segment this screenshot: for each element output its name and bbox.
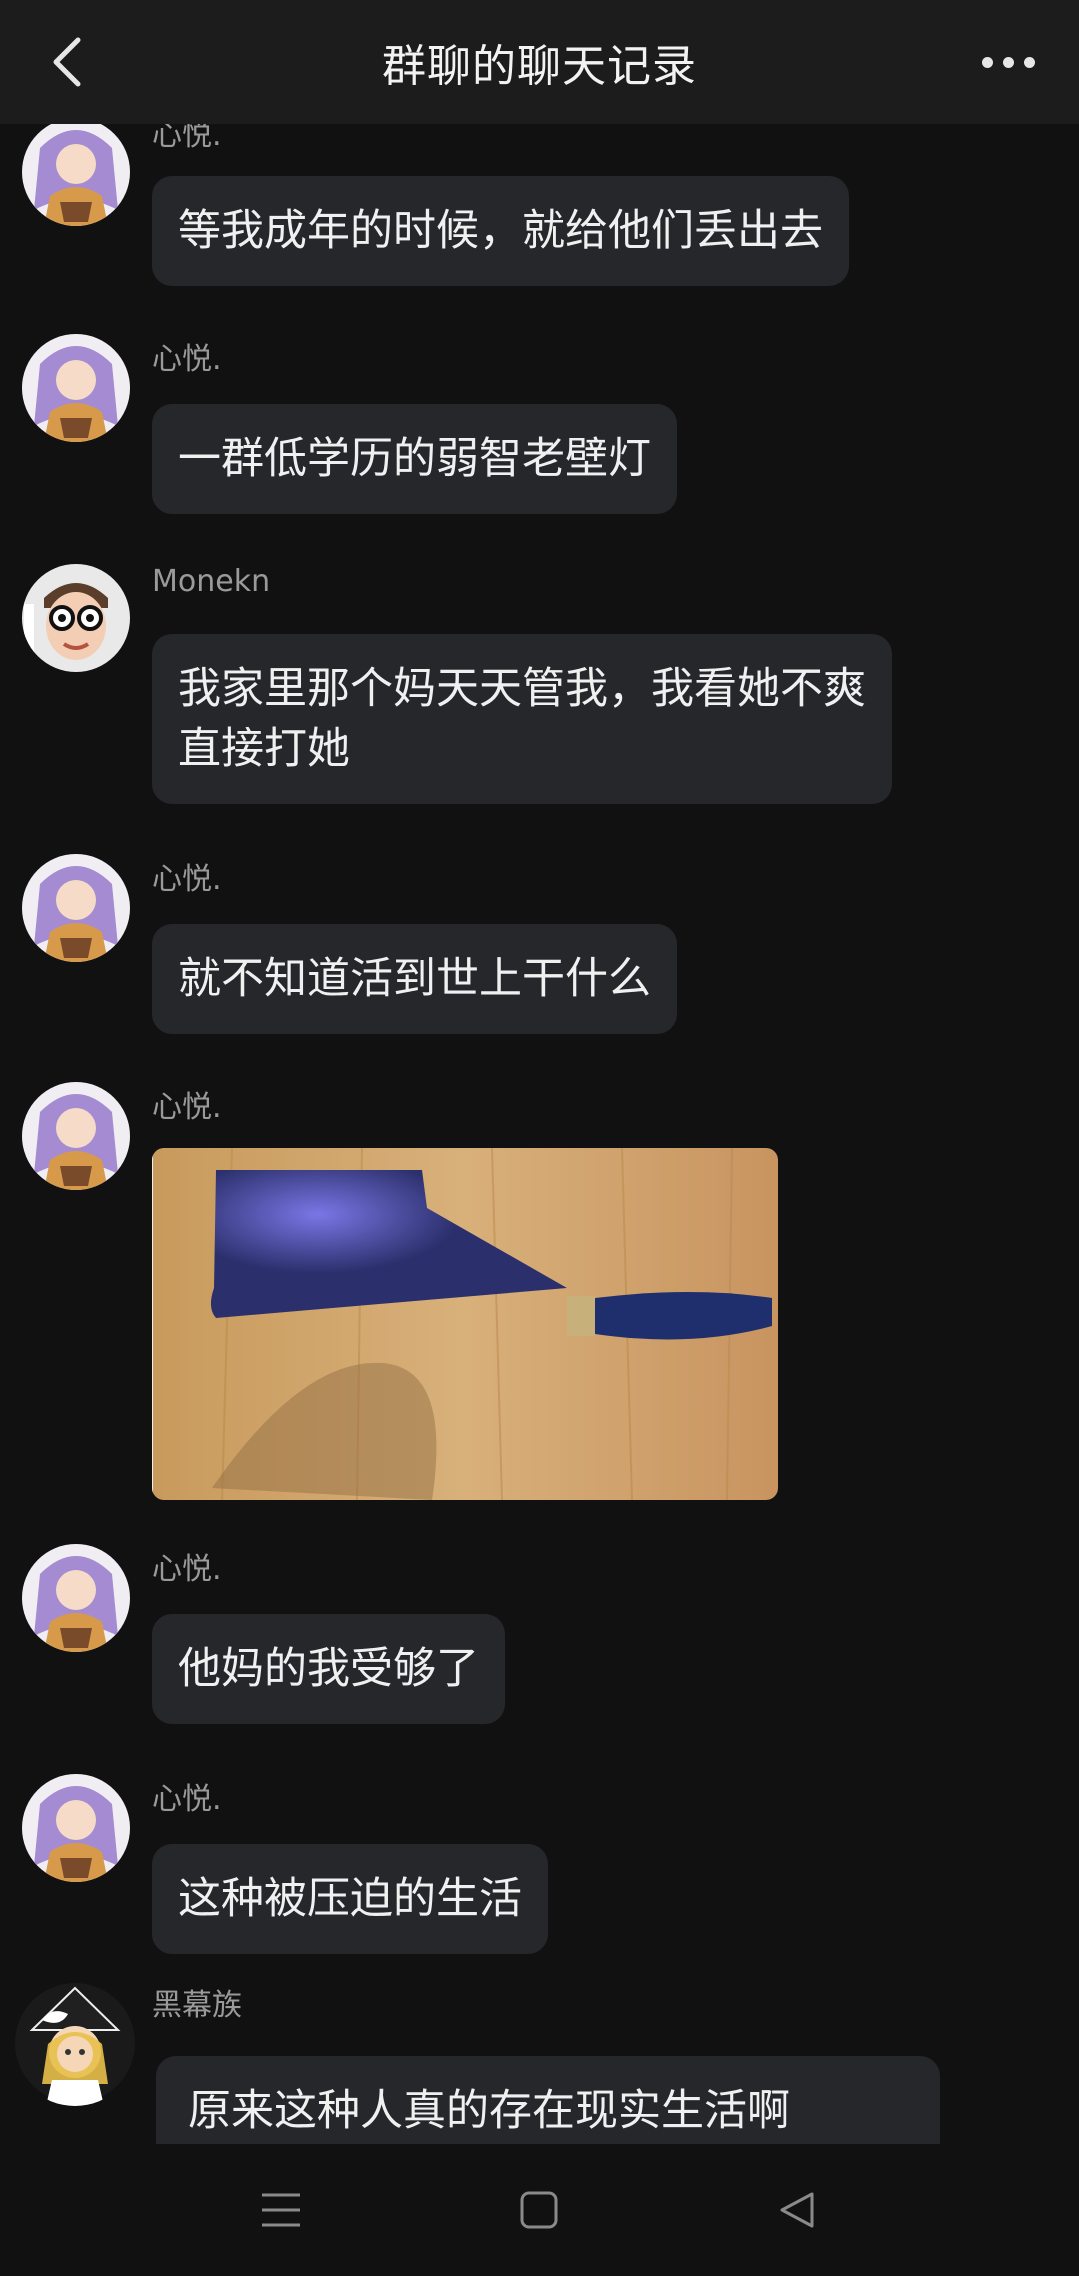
more-horizontal-icon <box>981 56 993 68</box>
square-home-icon <box>520 2191 558 2229</box>
sender-name: 心悦. <box>152 342 222 377</box>
menu-button[interactable] <box>236 2174 326 2246</box>
sender-name: 心悦. <box>152 124 222 153</box>
triangle-back-icon <box>780 2192 814 2228</box>
cleaver-photo[interactable] <box>152 1148 778 1500</box>
message-bubble[interactable]: 我家里那个妈天天管我，我看她不爽直接打她 <box>152 634 892 804</box>
home-button[interactable] <box>494 2174 584 2246</box>
anime-girl-avatar[interactable] <box>22 334 130 442</box>
sender-name: 黑幕族 <box>152 1988 242 2023</box>
witch-girl-avatar[interactable] <box>12 1980 138 2106</box>
more-dot <box>1023 56 1035 68</box>
glasses-boy-avatar[interactable] <box>22 564 130 672</box>
more-button[interactable] <box>963 26 1053 98</box>
sender-name: 心悦. <box>152 1090 222 1125</box>
message-bubble[interactable]: 就不知道活到世上干什么 <box>152 924 677 1034</box>
chat-history-list[interactable]: 心悦. 等我成年的时候，就给他们丢出去 心悦. 一群低学历的弱智老壁灯 Mone… <box>0 124 1079 2144</box>
sender-name: 心悦. <box>152 1782 222 1817</box>
anime-girl-avatar[interactable] <box>22 124 130 226</box>
anime-girl-avatar[interactable] <box>22 1082 130 1190</box>
anime-girl-avatar[interactable] <box>22 1774 130 1882</box>
sender-name: Monekn <box>152 564 271 599</box>
message-bubble[interactable]: 原来这种人真的存在现实生活啊 <box>156 2056 940 2144</box>
message-bubble[interactable]: 一群低学历的弱智老壁灯 <box>152 404 677 514</box>
anime-girl-avatar[interactable] <box>22 854 130 962</box>
menu-icon <box>262 2193 300 2227</box>
message-bubble[interactable]: 这种被压迫的生活 <box>152 1844 548 1954</box>
top-bar: 群聊的聊天记录 <box>0 0 1079 124</box>
system-back-button[interactable] <box>752 2174 842 2246</box>
message-bubble[interactable]: 他妈的我受够了 <box>152 1614 505 1724</box>
back-button[interactable] <box>32 26 104 98</box>
page-title: 群聊的聊天记录 <box>382 41 697 92</box>
system-nav-bar <box>0 2144 1079 2276</box>
sender-name: 心悦. <box>152 1552 222 1587</box>
chevron-left-icon <box>53 37 81 87</box>
message-bubble[interactable]: 等我成年的时候，就给他们丢出去 <box>152 176 849 286</box>
sender-name: 心悦. <box>152 862 222 897</box>
more-dot <box>1002 56 1014 68</box>
anime-girl-avatar[interactable] <box>22 1544 130 1652</box>
